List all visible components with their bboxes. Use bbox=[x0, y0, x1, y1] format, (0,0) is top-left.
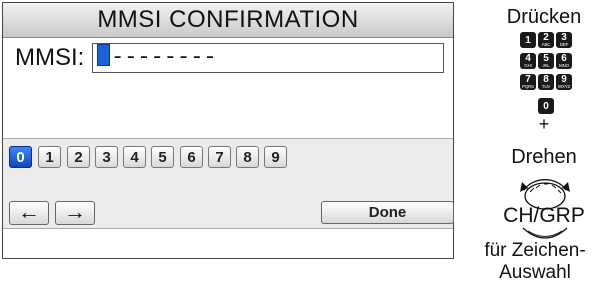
digit-key-8[interactable]: 8 bbox=[236, 146, 259, 168]
digit-key-5[interactable]: 5 bbox=[151, 146, 174, 168]
key-3-icon: 3 DEF bbox=[556, 32, 572, 48]
digit-key-4[interactable]: 4 bbox=[123, 146, 146, 168]
digit-key-6[interactable]: 6 bbox=[180, 146, 203, 168]
screen-title: MMSI CONFIRMATION bbox=[3, 3, 453, 38]
mmsi-value: -------- bbox=[111, 45, 217, 70]
key-9-icon: 9 WXYZ bbox=[556, 74, 572, 90]
cursor-left-button[interactable]: ← bbox=[9, 201, 49, 225]
keypad-area: 0 1 2 3 4 5 6 7 8 9 ← → Done bbox=[3, 138, 454, 229]
key-0-icon: 0 bbox=[538, 98, 554, 114]
knob-label: CH/GRP bbox=[503, 204, 585, 227]
turn-instruction: Drehen bbox=[511, 146, 577, 168]
key-1-icon: 1 bbox=[520, 32, 536, 48]
text-cursor bbox=[97, 44, 110, 66]
key-5-icon: 5 JKL bbox=[538, 53, 554, 69]
radio-screen: MMSI CONFIRMATION MMSI: -------- 0 1 2 3… bbox=[2, 2, 454, 259]
key-4-icon: 4 GHI bbox=[520, 53, 536, 69]
digit-key-9[interactable]: 9 bbox=[264, 146, 287, 168]
digit-key-3[interactable]: 3 bbox=[95, 146, 118, 168]
digit-key-0[interactable]: 0 bbox=[9, 146, 32, 168]
cursor-right-button[interactable]: → bbox=[55, 201, 95, 225]
key-2-icon: 2 ABC bbox=[538, 32, 554, 48]
digit-key-7[interactable]: 7 bbox=[208, 146, 231, 168]
mmsi-input[interactable]: -------- bbox=[92, 43, 444, 73]
key-6-icon: 6 MNO bbox=[556, 53, 572, 69]
plus-sign: + bbox=[538, 114, 550, 134]
press-instruction: Drücken bbox=[506, 6, 582, 28]
digit-key-2[interactable]: 2 bbox=[67, 146, 90, 168]
mmsi-label: MMSI: bbox=[15, 44, 85, 71]
key-7-icon: 7 PQRS bbox=[520, 74, 536, 90]
done-button[interactable]: Done bbox=[321, 201, 454, 224]
key-8-icon: 8 TUV bbox=[538, 74, 554, 90]
selection-instruction-line-2: Auswahl bbox=[499, 262, 571, 283]
digit-key-1[interactable]: 1 bbox=[38, 146, 61, 168]
selection-instruction: für Zeichen- Auswahl bbox=[466, 240, 604, 284]
selection-instruction-line-1: für Zeichen- bbox=[484, 240, 586, 261]
